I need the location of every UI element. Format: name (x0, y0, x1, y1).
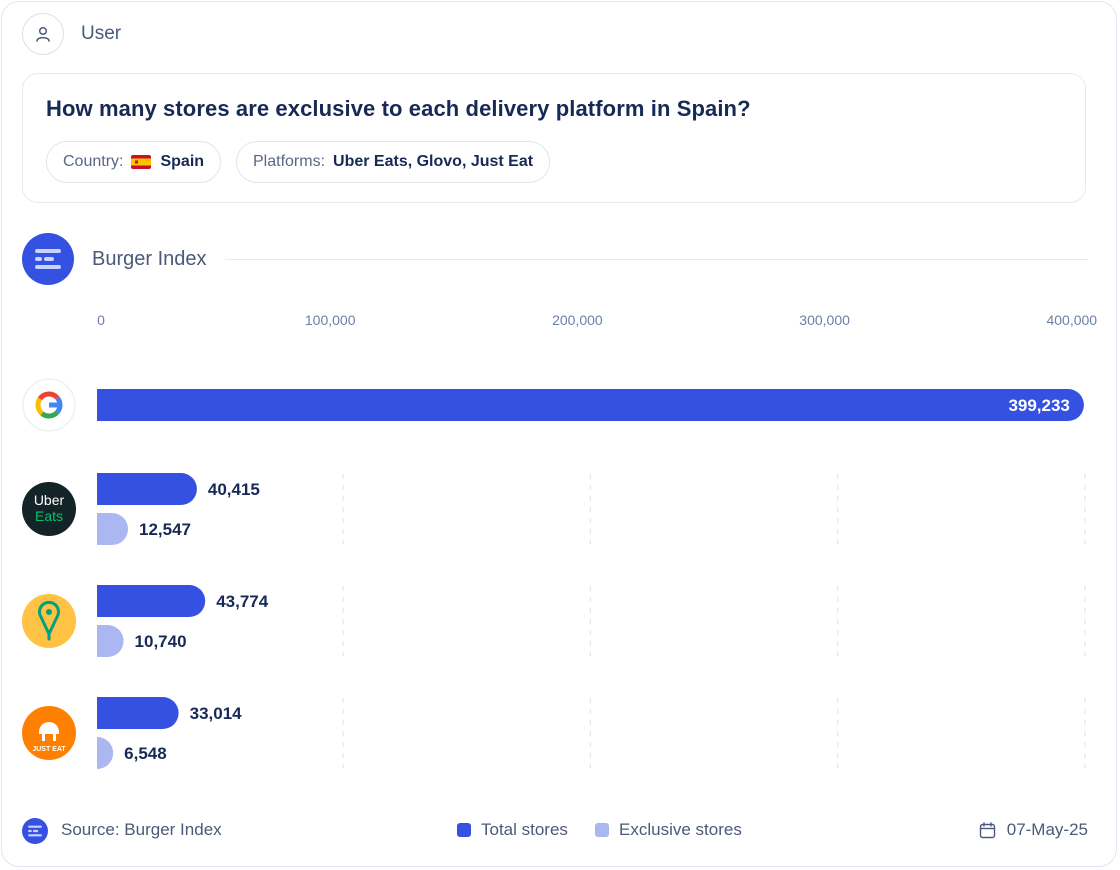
legend-label-exclusive: Exclusive stores (619, 820, 742, 839)
google-logo-icon (22, 378, 76, 432)
bar-total (97, 585, 206, 617)
bar-exclusive (97, 513, 129, 545)
glovo-logo-icon (22, 594, 76, 648)
uber-eats-logo-eats: Eats (35, 508, 63, 524)
bar-chart: 0 100,000 200,000 300,000 400,000 399,233 40,4… (22, 312, 1097, 769)
data-label-exclusive: 10,740 (135, 632, 187, 651)
bar-exclusive (97, 625, 124, 657)
glovo-logo-dot (46, 609, 52, 615)
legend-item-exclusive[interactable]: Exclusive stores (595, 820, 742, 840)
country-filter-key: Country: (63, 153, 124, 170)
x-tick-label: 0 (97, 312, 105, 328)
question-card: How many stores are exclusive to each de… (22, 73, 1086, 203)
data-label-total: 399,233 (1008, 396, 1069, 415)
brand-label: Burger Index (92, 247, 207, 270)
calendar-icon (979, 821, 995, 838)
uber-eats-logo-uber: Uber (34, 492, 65, 508)
question-text: How many stores are exclusive to each de… (46, 96, 751, 121)
bar-exclusive (97, 737, 114, 769)
bar-total (97, 473, 197, 505)
chart-footer: Source: Burger Index Total stores Exclus… (22, 816, 1088, 844)
x-tick-label: 400,000 (1046, 312, 1097, 328)
just-eat-logo-text: JUST EAT (32, 746, 66, 753)
spain-flag-icon (131, 155, 152, 169)
brand-row: Burger Index (22, 233, 1088, 285)
burger-index-icon (22, 233, 74, 285)
country-filter-value: Spain (160, 153, 205, 170)
legend-swatch-exclusive (595, 823, 609, 837)
date-label: 07-May-25 (1006, 820, 1088, 839)
source-label: Source: Burger Index (61, 820, 222, 839)
date-display: 07-May-25 (979, 820, 1088, 840)
uber-eats-logo-icon: UberEats (22, 482, 76, 536)
platforms-filter-value: Uber Eats, Glovo, Just Eat (333, 153, 534, 170)
platforms-filter-key: Platforms: (253, 153, 326, 170)
source-burger-index-icon (22, 818, 48, 844)
country-filter-chip[interactable]: Country: Spain (46, 141, 222, 183)
just-eat-logo-knife (53, 733, 56, 741)
google-logo-bar (49, 402, 60, 408)
divider (224, 258, 1088, 260)
data-label-total: 40,415 (208, 480, 260, 499)
platforms-filter-chip[interactable]: Platforms: Uber Eats, Glovo, Just Eat (236, 141, 551, 183)
data-label-exclusive: 6,548 (124, 744, 167, 763)
x-tick-label: 100,000 (305, 312, 356, 328)
bar-total (97, 389, 1084, 421)
data-label-exclusive: 12,547 (139, 520, 191, 539)
data-label-total: 43,774 (216, 592, 269, 611)
just-eat-logo-fork (42, 733, 45, 741)
legend-item-total[interactable]: Total stores (457, 820, 568, 840)
x-tick-label: 300,000 (799, 312, 850, 328)
user-icon (22, 13, 64, 55)
user-label: User (81, 23, 122, 44)
legend-swatch-total (457, 823, 471, 837)
bar-total (97, 697, 179, 729)
legend-label-total: Total stores (481, 820, 568, 839)
user-row: User (22, 13, 121, 55)
just-eat-logo-icon: JUST EAT (22, 706, 76, 760)
x-tick-label: 200,000 (552, 312, 603, 328)
data-label-total: 33,014 (190, 704, 243, 723)
